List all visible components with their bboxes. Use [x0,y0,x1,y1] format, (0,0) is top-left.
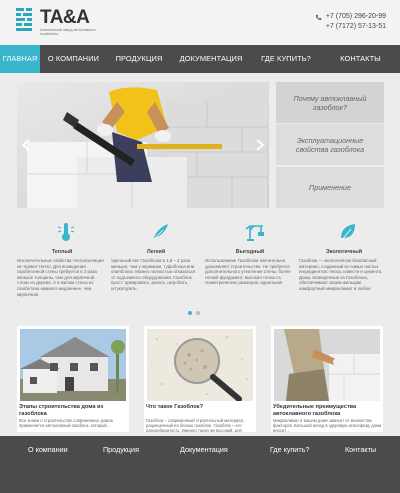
feature-text: Использование Газоблока значительно удеш… [205,258,291,286]
nav-item-contacts[interactable]: КОНТАКТЫ [321,45,400,73]
phone-icon [315,14,322,20]
feature-text: Удельный вес Газоблока в 1,5 – 2 раза ме… [111,258,196,291]
worker-with-blocks-photo [274,329,380,401]
card-text: Микроклимат в вашем доме зависит от множ… [273,418,382,432]
phone-row: +7 (7172) 57-13-51 [315,22,386,32]
features-pagination [188,311,204,315]
logo-subtitle: Алматинский завод автоклавного газобетон… [40,28,96,36]
nav-item-where-to-buy[interactable]: ГДЕ КУПИТЬ? [251,45,321,73]
magnifier-on-block-photo [147,329,253,401]
footer-link-where-to-buy[interactable]: Где купить? [270,445,309,454]
footer-link-contacts[interactable]: Контакты [345,445,376,454]
slider-next-arrow-icon[interactable] [255,139,265,151]
hero-photo-worker-sawing-block [17,82,269,208]
pagination-dot-active[interactable] [188,311,192,315]
feature-title: Легкий [146,249,166,255]
logo-name: TA&A [40,7,90,28]
nav-item-products[interactable]: ПРОДУКЦИЯ [107,45,171,73]
card-title[interactable]: Убедительные преимущества автоклавного г… [273,404,383,417]
crane-icon [245,225,264,241]
feature-text: Исключительные свойства теплоизоляции не… [17,258,104,297]
thermometer-icon [57,223,75,241]
hero-slider [17,82,269,208]
slider-tabs: Почему автоклавный газоблок? Эксплуатаци… [276,82,384,208]
feature-title: Теплый [51,249,73,255]
logo[interactable]: TA&A Алматинский завод автоклавного газо… [16,8,106,40]
card-title[interactable]: Что такое Газоблок? [146,404,256,411]
slider-tab-operational-properties[interactable]: Эксплуатационные свойства газоблока [276,124,384,165]
leaf-icon [340,224,355,242]
phone-row: +7 (705) 296-20-99 [315,12,386,22]
feature-text: Газоблок — экологически безопасный матер… [299,258,383,291]
article-card[interactable]: Этапы строительства дома из газоблока Вс… [17,326,129,432]
pagination-dot[interactable] [196,311,200,315]
main-nav: ГЛАВНАЯ О КОМПАНИИ ПРОДУКЦИЯ ДОКУМЕНТАЦИ… [0,45,400,73]
nav-item-documentation[interactable]: ДОКУМЕНТАЦИЯ [171,45,251,73]
article-card[interactable]: Что такое Газоблок? Газоблок – современн… [144,326,256,432]
article-card[interactable]: Убедительные преимущества автоклавного г… [271,326,383,432]
slider-tab-why-aerated-block[interactable]: Почему автоклавный газоблок? [276,82,384,123]
feature-title: Экологичный [325,249,363,255]
card-text: Все знаем о строительстве современных до… [19,418,113,429]
footer-link-products[interactable]: Продукция [103,445,139,454]
card-title[interactable]: Этапы строительства дома из газоблока [19,404,129,417]
slider-tab-application[interactable]: Применение [276,167,384,208]
logo-mark-icon [16,8,32,31]
nav-item-home[interactable]: ГЛАВНАЯ [0,45,40,73]
card-text: Газоблок – современный строительный мате… [146,418,245,432]
phone-numbers: +7 (705) 296-20-99 +7 (7172) 57-13-51 [315,12,386,32]
house-construction-photo [20,329,126,401]
phone-number[interactable]: +7 (7172) 57-13-51 [326,22,386,32]
feather-icon [152,224,168,241]
footer-link-about[interactable]: О компании [28,445,68,454]
nav-item-about[interactable]: О КОМПАНИИ [40,45,107,73]
feature-title: Выгодный [235,249,265,255]
footer-link-documentation[interactable]: Документация [180,445,228,454]
phone-number[interactable]: +7 (705) 296-20-99 [326,12,386,22]
slider-prev-arrow-icon[interactable] [21,139,31,151]
site-footer: О компании Продукция Документация Где ку… [0,436,400,493]
site-header: TA&A Алматинский завод автоклавного газо… [0,0,400,45]
features-section: Теплый Исключительные свойства теплоизол… [17,222,384,302]
